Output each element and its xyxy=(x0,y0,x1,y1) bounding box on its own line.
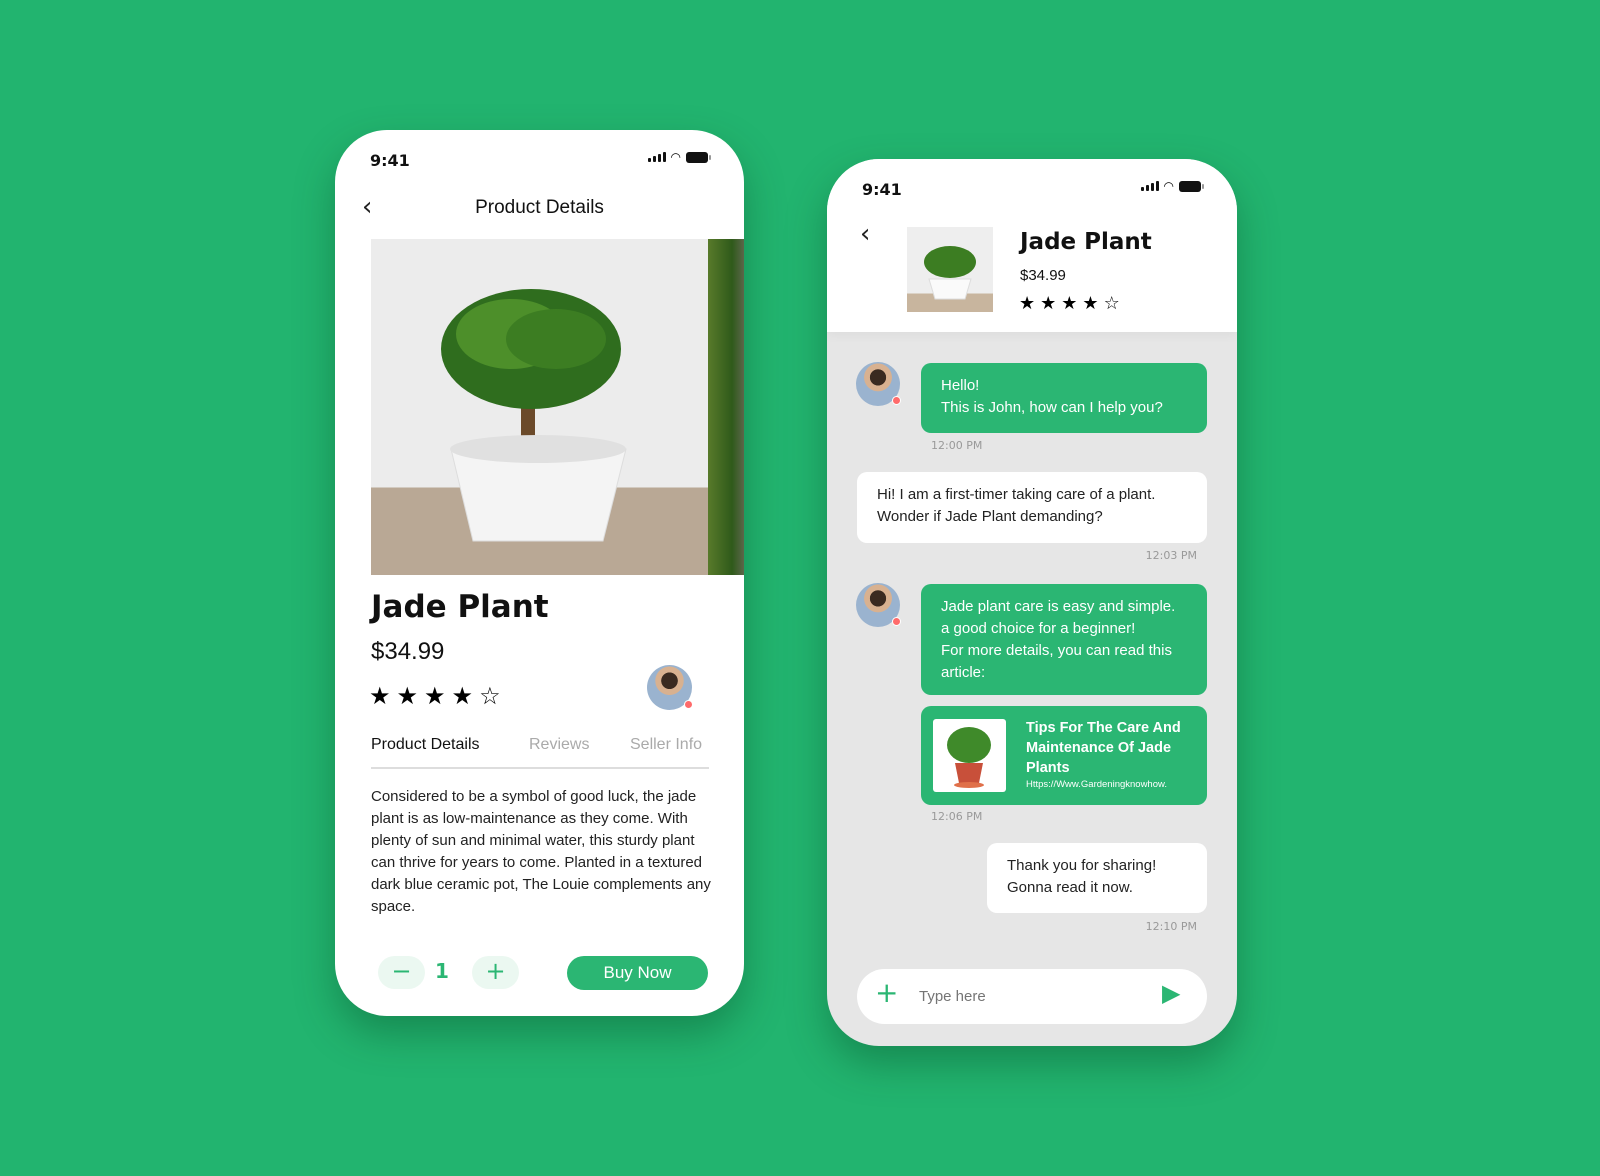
star-filled-icon: ★ xyxy=(424,682,446,710)
buy-now-button[interactable]: Buy Now xyxy=(567,956,708,990)
wifi-icon: ◠ xyxy=(1163,179,1174,193)
product-description: Considered to be a symbol of good luck, … xyxy=(371,788,711,915)
message-bubble-user: Thank you for sharing! Gonna read it now… xyxy=(987,843,1207,913)
message-timestamp: 12:10 PM xyxy=(1145,920,1197,933)
attach-plus-button[interactable]: + xyxy=(875,979,898,1007)
message-timestamp: 12:00 PM xyxy=(931,439,983,452)
product-thumbnail[interactable] xyxy=(907,227,993,312)
seller-avatar[interactable] xyxy=(856,362,901,406)
tab-seller-info[interactable]: Seller Info xyxy=(630,736,702,754)
star-filled-icon: ★ xyxy=(1061,293,1078,314)
message-timestamp: 12:06 PM xyxy=(931,810,983,823)
star-filled-icon: ★ xyxy=(396,682,419,710)
chat-screen: 9:41 ◠ ‹ Jade Plant $34.99 ★ ★ ★ ★ ☆ Hello! … xyxy=(827,159,1237,1046)
jade-plant-illustration xyxy=(441,289,627,542)
increase-quantity-button[interactable]: + xyxy=(472,956,519,989)
article-link-card[interactable]: Tips For The Care And Maintenance Of Jad… xyxy=(921,706,1207,805)
article-title: Tips For The Care And Maintenance Of Jad… xyxy=(1026,720,1181,776)
message-line: Thank you for sharing! xyxy=(1007,857,1157,874)
star-empty-icon: ☆ xyxy=(1103,293,1120,314)
chat-product-name: Jade Plant xyxy=(1020,229,1152,255)
product-details-screen: 9:41 ◠ ‹ Product Details Jade Plant $34.… xyxy=(335,130,744,1016)
message-line: Gonna read it now. xyxy=(1007,879,1133,896)
wifi-icon: ◠ xyxy=(670,150,681,164)
message-line: For more details, you can read this xyxy=(941,642,1172,659)
message-timestamp: 12:03 PM xyxy=(1145,549,1197,562)
header-title: Product Details xyxy=(475,197,604,218)
online-indicator xyxy=(892,617,901,626)
message-line: This is John, how can I help you? xyxy=(941,399,1163,416)
message-line: article: xyxy=(941,664,986,681)
status-time: 9:41 xyxy=(862,180,902,199)
tab-reviews[interactable]: Reviews xyxy=(529,736,589,754)
rating-stars: ★ ★ ★ ★ ☆ xyxy=(1019,293,1120,314)
article-thumbnail xyxy=(933,719,1006,792)
message-line: Jade plant care is easy and simple. xyxy=(941,598,1176,615)
status-icons: ◠ xyxy=(1140,179,1204,193)
send-button[interactable]: ▶ xyxy=(1162,981,1180,1005)
message-bubble-user: Hi! I am a first-timer taking care of a … xyxy=(857,472,1207,543)
plus-icon: + xyxy=(485,957,506,985)
battery-icon xyxy=(1179,180,1204,192)
tab-bar: Product Details Reviews Seller Info xyxy=(371,736,709,769)
star-filled-icon: ★ xyxy=(369,682,391,710)
message-line: Hi! I am a first-timer taking care of a … xyxy=(877,486,1156,503)
decrease-quantity-button[interactable]: − xyxy=(378,956,425,989)
product-name: Jade Plant xyxy=(371,589,549,625)
rating-stars: ★ ★ ★ ★ ☆ xyxy=(369,682,501,710)
star-filled-icon: ★ xyxy=(1040,293,1057,314)
back-button[interactable]: ‹ xyxy=(860,221,870,247)
potted-plant-illustration xyxy=(947,727,991,788)
signal-icon xyxy=(647,152,666,162)
star-empty-icon: ☆ xyxy=(479,682,501,710)
product-price: $34.99 xyxy=(371,638,445,665)
online-indicator xyxy=(684,700,693,709)
battery-icon xyxy=(686,151,711,163)
message-composer: + ▶ xyxy=(857,969,1207,1024)
message-input[interactable] xyxy=(919,983,1139,1009)
signal-icon xyxy=(1140,181,1159,191)
status-time: 9:41 xyxy=(370,151,410,170)
status-icons: ◠ xyxy=(647,150,711,164)
jade-plant-illustration xyxy=(924,246,976,300)
chat-product-price: $34.99 xyxy=(1020,267,1066,284)
online-indicator xyxy=(892,396,901,405)
quantity-value: 1 xyxy=(435,959,449,983)
seller-avatar[interactable] xyxy=(647,665,693,710)
product-image[interactable] xyxy=(371,239,708,575)
minus-icon: − xyxy=(391,957,412,985)
next-product-image[interactable] xyxy=(708,239,744,575)
message-line: Hello! xyxy=(941,377,980,394)
article-url: Https://Www.Gardeningknowhow. xyxy=(1026,779,1167,790)
star-filled-icon: ★ xyxy=(451,682,474,710)
star-filled-icon: ★ xyxy=(1019,293,1036,314)
message-bubble-seller: Hello! This is John, how can I help you? xyxy=(921,363,1207,433)
star-filled-icon: ★ xyxy=(1082,293,1099,314)
message-line: Wonder if Jade Plant demanding? xyxy=(877,508,1103,525)
message-bubble-seller: Jade plant care is easy and simple. a go… xyxy=(921,584,1207,695)
seller-avatar[interactable] xyxy=(856,583,901,627)
tab-product-details[interactable]: Product Details xyxy=(371,736,480,754)
message-line: a good choice for a beginner! xyxy=(941,620,1136,637)
